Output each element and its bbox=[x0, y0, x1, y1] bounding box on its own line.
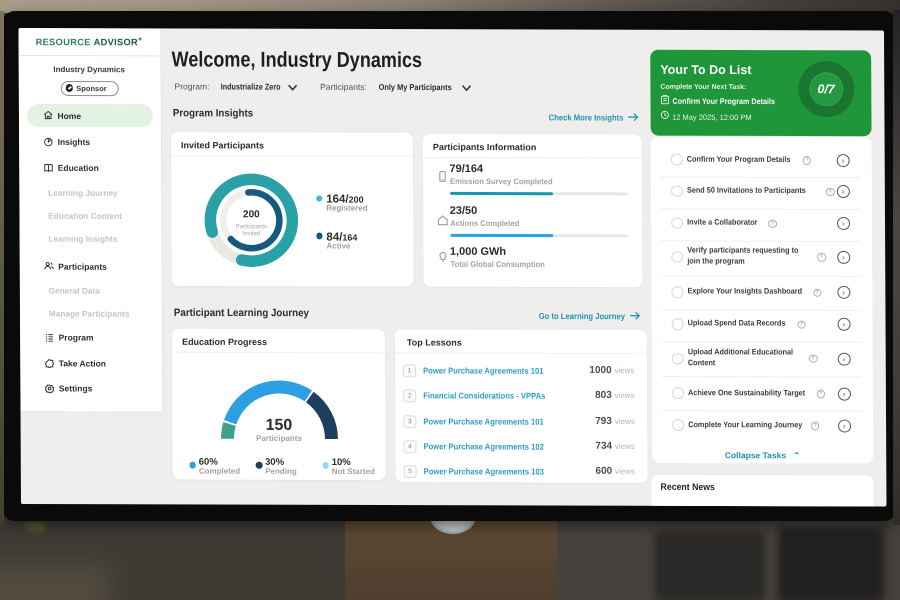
svg-text:Invited: Invited bbox=[242, 231, 260, 237]
svg-text:200: 200 bbox=[242, 209, 259, 220]
svg-text:Participants: Participants bbox=[235, 224, 266, 230]
